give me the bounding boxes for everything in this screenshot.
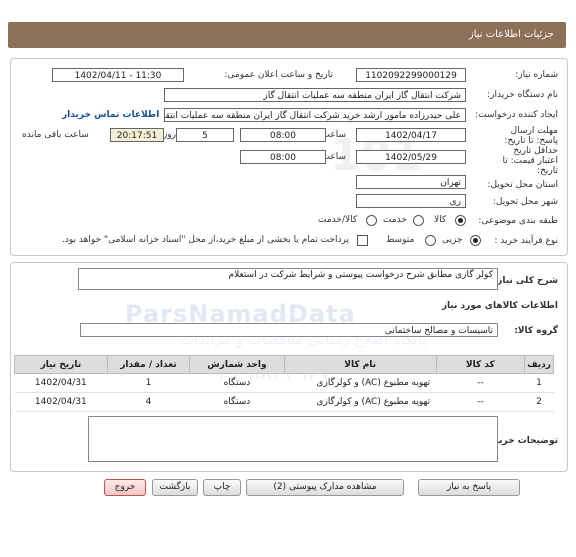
goods-info-title: اطلاعات کالاهای مورد نیاز [441,301,558,311]
col-date: تاریخ نیاز [14,355,108,374]
view-attachments-button[interactable]: مشاهده مدارک پیوستی (2) [246,479,404,496]
category-label: طبقه بندی موضوعی: [478,216,558,226]
city-field: ری [356,194,466,208]
goods-group-label: گروه کالا: [514,326,558,336]
announce-field: 1402/04/11 - 11:30 [52,68,184,82]
table-row: 1 -- تهویه مطبوع (AC) و کولرگازی دستگاه … [14,373,554,393]
col-qty: تعداد / مقدار [106,355,191,374]
need-number-field: 1102092299000129 [356,68,466,82]
category-service-radio[interactable] [413,215,424,226]
category-goods-label: کالا [434,215,447,225]
goods-table: ردیف کد کالا نام کالا واحد شمارش تعداد /… [14,355,554,412]
cell-qty: 4 [107,392,190,412]
cell-name: تهویه مطبوع (AC) و کولرگازی [284,392,437,412]
summary-label: شرح کلی نیاز: [493,276,558,286]
cell-code: -- [436,373,525,393]
province-field: تهران [356,175,466,189]
process-minor-label: جزیی [442,235,463,245]
print-button[interactable]: چاپ [203,479,241,496]
send-deadline-date: 1402/04/17 [356,128,466,142]
cell-unit: دستگاه [189,373,285,393]
exit-button[interactable]: خروج [104,479,146,496]
send-deadline-label: مهلت ارسال پاسخ: تا تاریخ: [504,126,558,146]
province-label: استان محل تحویل: [487,180,558,190]
days-remaining: 5 [176,128,234,142]
summary-field: کولر گازی مطابق شرح درخواست پیوستی و شرا… [78,268,498,290]
validity-date: 1402/05/29 [356,150,466,164]
buyer-org-field: شرکت انتقال گاز ایران منطقه سه عملیات ان… [164,88,466,102]
buyer-notes-field [88,416,498,462]
process-label: نوع فرآیند خرید : [494,236,558,246]
reply-button[interactable]: پاسخ به نیاز [418,479,520,496]
cell-code: -- [436,392,525,412]
cell-row: 2 [524,392,554,412]
treasury-payment-note: پرداخت تمام یا بخشی از مبلغ خرید،از محل … [62,235,350,245]
creator-label: ایجاد کننده درخواست: [475,110,558,120]
cell-unit: دستگاه [189,392,285,412]
goods-group-field: تاسیسات و مصالح ساختمانی [80,323,498,337]
send-deadline-time: 08:00 [240,128,326,142]
remaining-time: 20:17:51 [110,128,164,142]
cell-date: 1402/04/31 [14,373,108,393]
process-minor-radio[interactable] [470,235,481,246]
creator-field: علی حیدرزاده مامور ارشد خرید شرکت انتقال… [164,108,466,122]
page-header: جزئیات اطلاعات نیاز [8,22,566,48]
validity-label: حداقل تاریخ اعتبار قیمت: تا تاریخ: [502,146,558,176]
cell-name: تهویه مطبوع (AC) و کولرگازی [284,373,437,393]
announce-label: تاریخ و ساعت اعلان عمومی: [224,70,333,80]
city-label: شهر محل تحویل: [492,197,558,207]
buyer-org-label: نام دستگاه خریدار: [487,90,558,100]
need-number-label: شماره نیاز: [515,70,558,80]
cell-row: 1 [524,373,554,393]
col-row: ردیف [524,355,554,374]
remaining-time-label: ساعت باقی مانده [22,130,89,140]
category-both-label: کالا/خدمت [318,215,358,225]
col-unit: واحد شمارش [189,355,285,374]
contact-info-link[interactable]: اطلاعات تماس خریدار [62,110,159,120]
goods-table-header: ردیف کد کالا نام کالا واحد شمارش تعداد /… [14,355,554,374]
table-row: 2 -- تهویه مطبوع (AC) و کولرگازی دستگاه … [14,392,554,412]
validity-time: 08:00 [240,150,326,164]
cell-qty: 1 [107,373,190,393]
process-medium-radio[interactable] [425,235,436,246]
page-title: جزئیات اطلاعات نیاز [468,29,554,40]
process-medium-label: متوسط [386,235,415,245]
category-goods-radio[interactable] [455,215,466,226]
cell-date: 1402/04/31 [14,392,108,412]
col-code: کد کالا [435,355,526,374]
treasury-payment-checkbox[interactable] [357,235,368,246]
back-button[interactable]: بازگشت [152,479,198,496]
category-both-radio[interactable] [366,215,377,226]
category-service-label: خدمت [383,215,407,225]
col-name: نام کالا [283,355,437,374]
